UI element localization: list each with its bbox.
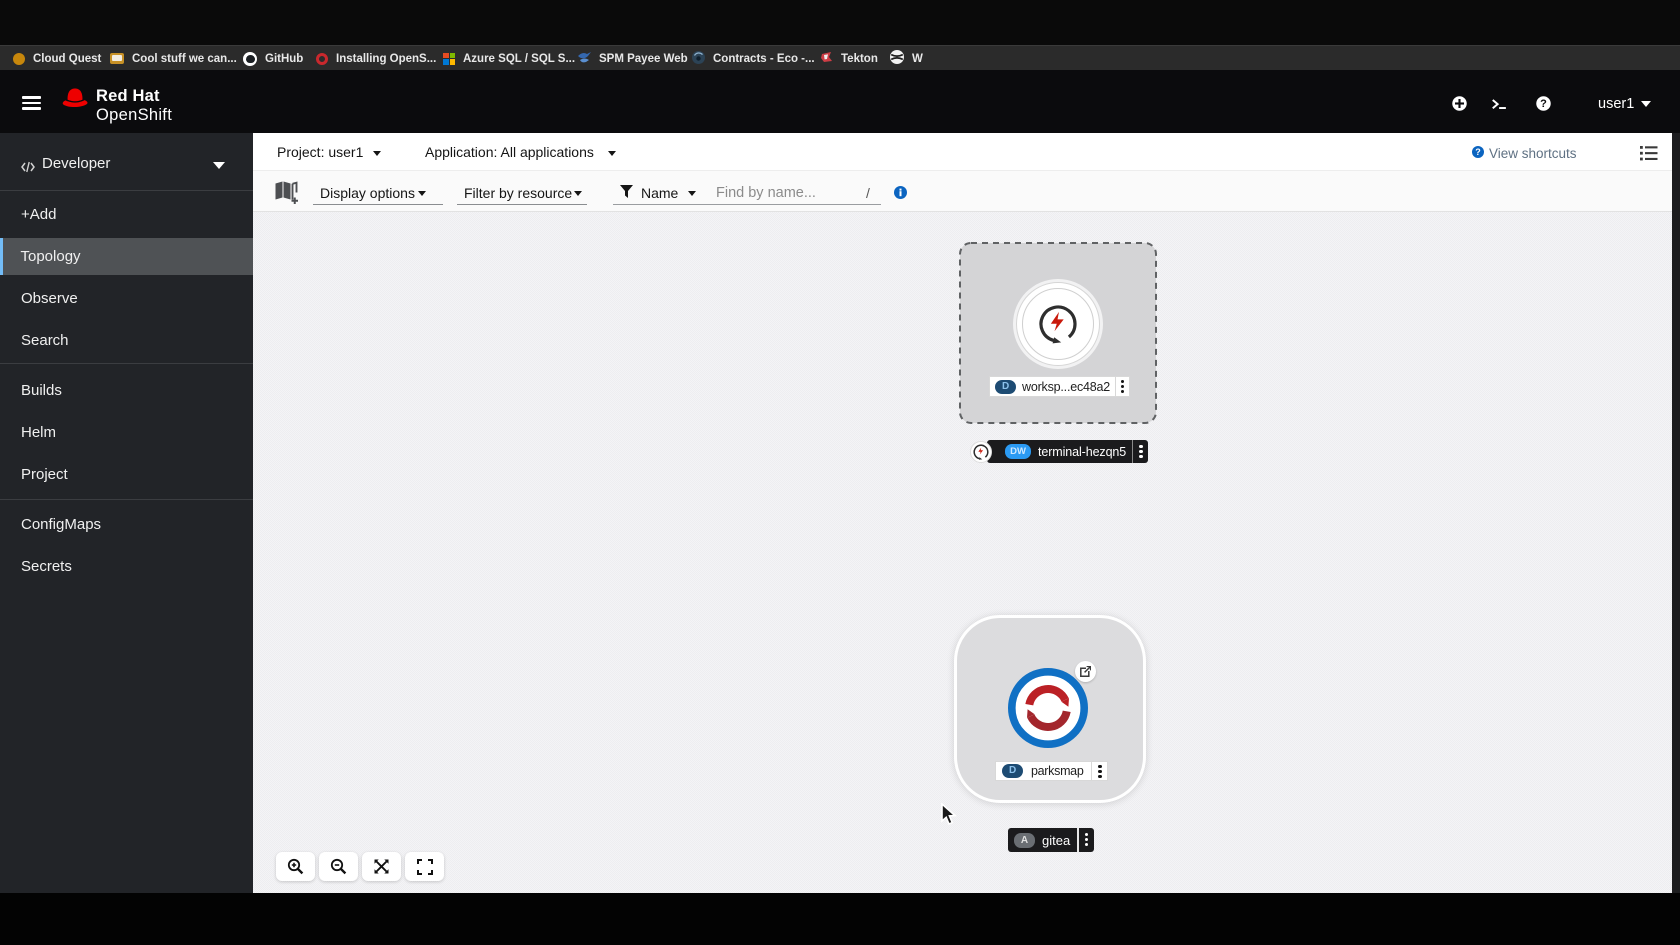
- svg-text:?: ?: [1475, 147, 1481, 157]
- svg-text:?: ?: [1540, 98, 1547, 110]
